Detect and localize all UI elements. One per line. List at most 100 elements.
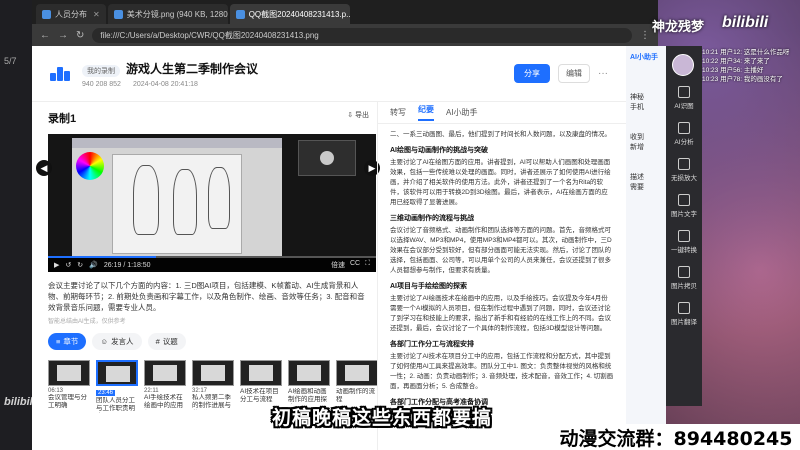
- ai-panel-title: AI小助手: [630, 54, 658, 61]
- page-counter: 5/7: [4, 56, 17, 66]
- minutes-heading: 三维动画制作的流程与挑战: [390, 215, 474, 222]
- close-icon[interactable]: ✕: [93, 10, 100, 19]
- paint-toolbar: [72, 138, 282, 148]
- meeting-info: 我的录制 游戏人生第二季制作会议 940 208 852 2024-04-08 2…: [82, 60, 258, 88]
- chapter-card[interactable]: 06:13 会议管理与分工明确: [48, 360, 90, 413]
- meeting-header: 我的录制 游戏人生第二季制作会议 940 208 852 2024-04-08 2…: [32, 46, 626, 102]
- group-number-banner: 动漫交流群：894480245: [552, 424, 800, 450]
- bilibili-watermark-low: bilibili: [4, 396, 36, 408]
- chapter-card[interactable]: 22:11AI手绘技术在绘画中的应用与...: [144, 360, 186, 413]
- app-logo-icon: [50, 66, 70, 81]
- volume-icon[interactable]: 🔊: [89, 261, 98, 269]
- browser-tab[interactable]: 美术分镜.png (940 KB, 1280×...✕: [107, 4, 228, 24]
- menu-icon[interactable]: ⋮: [640, 30, 650, 41]
- minutes-body: 主要讨论了AI技术在项目分工中的应用，包括工作流程和分配方式，其中提到了如何使用…: [390, 353, 614, 390]
- video-controls: ▶ ↺ ↻ 🔊 26:19 / 1:18:50 倍速 CC ⛶: [48, 258, 376, 272]
- color-wheel: [76, 152, 104, 180]
- forward-icon[interactable]: ↻: [77, 261, 83, 269]
- live-chat: 10:21 用户12: 这是什么作品呀 10:22 用户34: 来了来了 10:…: [702, 49, 790, 83]
- copy-icon: [678, 266, 690, 278]
- minutes-body: 会议讨论了音频格式、动画制作和团队选择等方面的问题。首先，音频格式可以选择WAV…: [390, 227, 612, 274]
- cc-button[interactable]: CC: [350, 260, 360, 270]
- chapter-card[interactable]: 32:17私人频第二季的制作进展与分...: [192, 360, 234, 413]
- summary-tabs: ≡ 章节 ☺ 发言人 # 议题: [48, 333, 377, 350]
- tab-chapters[interactable]: ≡ 章节: [48, 333, 87, 350]
- minutes-intro: 二、一系三动画图、最后，他们提到了时间长和人数问题，以及康盘的情况。: [390, 131, 611, 138]
- edit-button[interactable]: 编辑: [558, 64, 590, 83]
- browser-tab[interactable]: 人员分布 ✕: [36, 4, 106, 24]
- speed-button[interactable]: 倍速: [331, 260, 345, 270]
- meeting-meta: 940 208 852 2024-04-08 20:41:18: [82, 81, 258, 88]
- shared-screen: [72, 138, 282, 258]
- url-field[interactable]: file:///C:/Users/a/Desktop/CWR/QQ截图20240…: [92, 27, 632, 43]
- time-display: 26:19 / 1:18:50: [103, 261, 151, 269]
- tab-favicon-icon: [113, 9, 123, 19]
- bilibili-watermark: bilibili: [722, 14, 769, 31]
- ocr-button[interactable]: 图片文字: [671, 194, 697, 218]
- fullscreen-icon[interactable]: ⛶: [365, 260, 370, 270]
- minutes-column: 转写 纪要 AI小助手 二、一系三动画图、最后，他们提到了时间长和人数问题，以及…: [377, 102, 626, 450]
- drawing-canvas: [112, 154, 242, 254]
- more-icon[interactable]: ···: [598, 68, 608, 79]
- tab-ai-assistant[interactable]: AI小助手: [446, 107, 478, 118]
- tab-topics[interactable]: # 议题: [147, 333, 186, 350]
- ai-scan-button[interactable]: AI识图: [674, 86, 694, 110]
- avatar: [320, 151, 334, 165]
- streamer-name: 神龙残梦: [652, 19, 705, 34]
- ai-analyze-icon: [678, 122, 690, 134]
- translate-icon: [678, 302, 690, 314]
- minutes-body: 主要讨论了AI绘画技术在绘画中的应用，以及手绘技巧。会议提及今年4月份需要一个A…: [390, 295, 611, 332]
- image-viewer-toolbar: AI识图 AI分析 无损放大 图片文字 一键转换 图片拷贝 图片翻译: [666, 46, 702, 406]
- tab-minutes[interactable]: 纪要: [418, 104, 434, 121]
- convert-button[interactable]: 一键转换: [671, 230, 697, 254]
- recording-title: 录制1: [48, 113, 77, 125]
- back-icon[interactable]: ←: [40, 30, 50, 41]
- header-actions: 分享 编辑 ···: [514, 64, 608, 83]
- meeting-title: 游戏人生第二季制作会议: [126, 61, 259, 76]
- meeting-main: 录制1 ⇩ 导出 ▶ ↺ ↻ 🔊 26:19 / 1:18:50 倍速 CC ⛶…: [32, 102, 626, 450]
- reload-icon[interactable]: ↻: [76, 30, 84, 41]
- play-icon[interactable]: ▶: [54, 261, 59, 269]
- export-button[interactable]: ⇩ 导出: [347, 110, 369, 126]
- minutes-body: 主要讨论了AI在绘图方面的应用。讲者提到，AI可以帮助人们画图和处理画面效果，包…: [390, 159, 611, 206]
- host-left-panel: 5/7: [0, 0, 32, 450]
- rewind-icon[interactable]: ↺: [65, 261, 71, 269]
- tab-speakers[interactable]: ☺ 发言人: [92, 333, 142, 350]
- zoom-icon: [678, 158, 690, 170]
- browser-tabbar: 人员分布✕ 美术分镜.png (940 KB, 1280×...✕ QQ截图20…: [32, 0, 658, 24]
- tab-favicon-icon: [235, 9, 245, 19]
- ai-summary: 会议主要讨论了以下几个方面的内容：1. 三D图AI项目，包括建模、K帧蓄动、AI…: [48, 281, 365, 312]
- address-bar: ← → ↻ file:///C:/Users/a/Desktop/CWR/QQ截…: [32, 24, 658, 46]
- ai-scan-icon: [678, 86, 690, 98]
- minutes-heading: AI项目与手绘绘图的探索: [390, 283, 467, 290]
- summary-note: 智能总结由AI生成，仅供参考: [48, 319, 126, 325]
- minutes-tabs: 转写 纪要 AI小助手: [378, 102, 626, 124]
- meeting-id: 940 208 852: [82, 80, 121, 88]
- back-to-recordings[interactable]: 我的录制: [82, 64, 120, 77]
- translate-button[interactable]: 图片翻译: [671, 302, 697, 326]
- video-player[interactable]: ▶ ↺ ↻ 🔊 26:19 / 1:18:50 倍速 CC ⛶: [48, 134, 376, 272]
- streamer-avatar: [672, 54, 694, 76]
- chapter-card-active[interactable]: 23:46团队人员分工与工作职责明确: [96, 360, 138, 413]
- recording-title-row: 录制1 ⇩ 导出: [48, 110, 377, 126]
- meeting-page: 我的录制 游戏人生第二季制作会议 940 208 852 2024-04-08 2…: [32, 46, 626, 450]
- webcam-tile: [298, 140, 356, 176]
- minutes-heading: 各部门工作分工与流程安排: [390, 341, 474, 348]
- share-button[interactable]: 分享: [514, 64, 550, 83]
- convert-icon: [678, 230, 690, 242]
- ai-analyze-button[interactable]: AI分析: [674, 122, 694, 146]
- minutes-heading: AI绘图与动画制作的挑战与突破: [390, 147, 488, 154]
- minutes-content: 二、一系三动画图、最后，他们提到了时间长和人数问题，以及康盘的情况。 AI绘图与…: [378, 124, 626, 450]
- recording-column: 录制1 ⇩ 导出 ▶ ↺ ↻ 🔊 26:19 / 1:18:50 倍速 CC ⛶…: [32, 102, 380, 450]
- tab-transcript[interactable]: 转写: [390, 107, 406, 118]
- tab-favicon-icon: [42, 9, 51, 19]
- zoom-button[interactable]: 无损放大: [671, 158, 697, 182]
- ai-assistant-panel: AI小助手 神秘 手机 收到 新增 描述 需要: [626, 46, 666, 450]
- prev-arrow-icon[interactable]: ◀: [36, 160, 52, 176]
- stream-subtitle: 初稿晚稿这些东西都要搞: [272, 408, 493, 429]
- ocr-icon: [678, 194, 690, 206]
- browser-tab-active[interactable]: QQ截图20240408231413.p...✕: [229, 4, 350, 24]
- copy-button[interactable]: 图片拷贝: [671, 266, 697, 290]
- meeting-datetime: 2024-04-08 20:41:18: [132, 80, 198, 88]
- forward-icon[interactable]: →: [58, 30, 68, 41]
